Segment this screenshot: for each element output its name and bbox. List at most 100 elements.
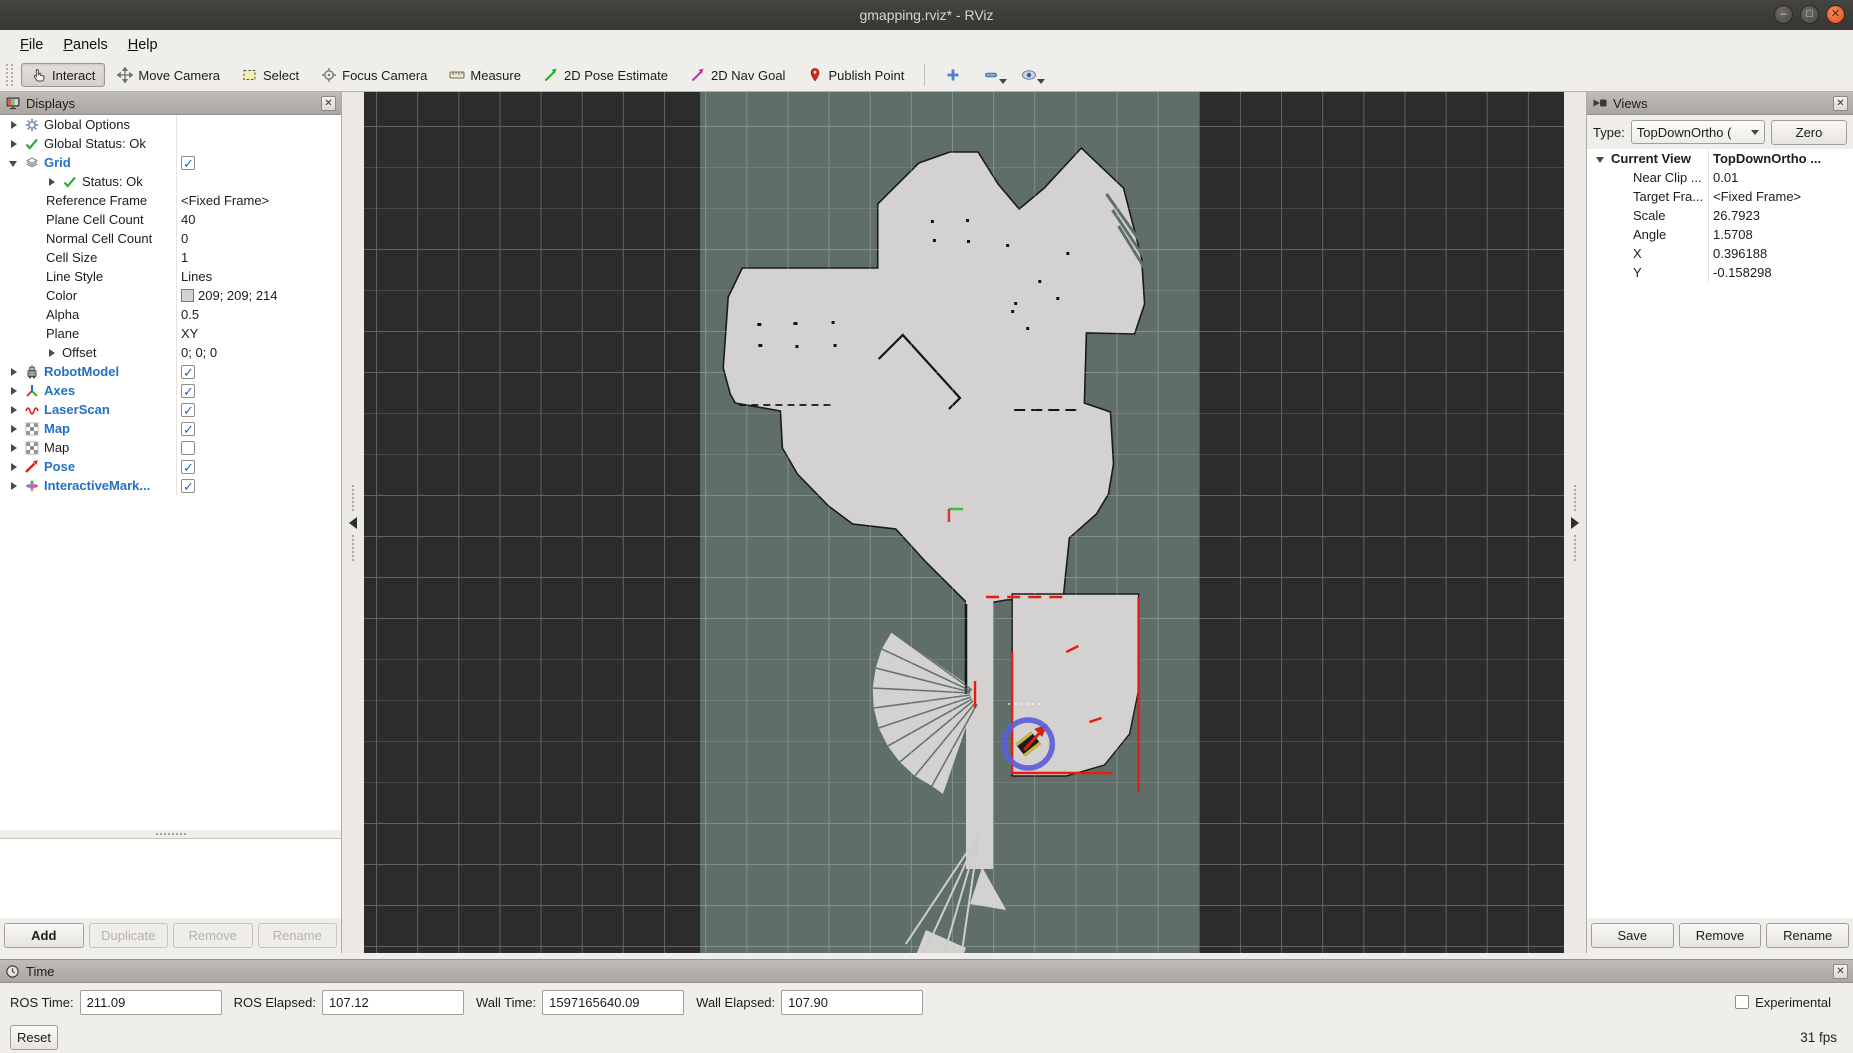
property-name[interactable]: Near Clip ... bbox=[1633, 168, 1702, 187]
property-name[interactable]: Status: Ok bbox=[82, 172, 143, 191]
expander-down-icon[interactable] bbox=[8, 157, 20, 169]
tool-interact[interactable]: Interact bbox=[21, 63, 105, 87]
property-value[interactable]: 1 bbox=[181, 248, 188, 267]
property-name[interactable]: Reference Frame bbox=[46, 191, 147, 210]
property-name[interactable]: Axes bbox=[44, 381, 75, 400]
visibility-checkbox[interactable] bbox=[181, 441, 195, 455]
remove-button[interactable]: Remove bbox=[1679, 923, 1762, 948]
color-swatch[interactable] bbox=[181, 289, 194, 302]
expander-right-icon[interactable] bbox=[8, 442, 20, 454]
property-name[interactable]: Offset bbox=[62, 343, 96, 362]
property-name[interactable]: Cell Size bbox=[46, 248, 97, 267]
property-name[interactable]: Current View bbox=[1611, 149, 1691, 168]
expander-down-icon[interactable] bbox=[1595, 153, 1607, 165]
property-name[interactable]: Scale bbox=[1633, 206, 1666, 225]
property-value[interactable]: 209; 209; 214 bbox=[198, 286, 278, 305]
menu-file[interactable]: File bbox=[10, 34, 53, 56]
right-panel-collapse-handle[interactable] bbox=[1564, 92, 1586, 953]
displays-close-icon[interactable]: ✕ bbox=[321, 96, 336, 111]
reset-button[interactable]: Reset bbox=[10, 1025, 58, 1050]
expander-right-icon[interactable] bbox=[8, 423, 20, 435]
property-value[interactable]: 40 bbox=[181, 210, 195, 229]
property-name[interactable]: Alpha bbox=[46, 305, 79, 324]
property-value[interactable]: Lines bbox=[181, 267, 212, 286]
property-name[interactable]: Color bbox=[46, 286, 77, 305]
visibility-checkbox[interactable] bbox=[181, 403, 195, 417]
property-name[interactable]: Map bbox=[44, 438, 69, 457]
panel-splitter[interactable] bbox=[0, 830, 341, 838]
tool-2d-nav-goal[interactable]: 2D Nav Goal bbox=[680, 63, 795, 87]
property-name[interactable]: Map bbox=[44, 419, 70, 438]
property-value[interactable]: 0.5 bbox=[181, 305, 199, 324]
visibility-checkbox[interactable] bbox=[181, 479, 195, 493]
property-name[interactable]: Target Fra... bbox=[1633, 187, 1703, 206]
property-name[interactable]: Plane Cell Count bbox=[46, 210, 144, 229]
tool-2d-pose-estimate[interactable]: 2D Pose Estimate bbox=[533, 63, 678, 87]
property-name[interactable]: Global Options bbox=[44, 115, 130, 134]
property-value[interactable]: -0.158298 bbox=[1713, 263, 1772, 282]
zero-button[interactable]: Zero bbox=[1771, 120, 1847, 145]
expander-right-icon[interactable] bbox=[8, 385, 20, 397]
property-name[interactable]: Plane bbox=[46, 324, 79, 343]
property-value[interactable]: 0 bbox=[181, 229, 188, 248]
expander-right-icon[interactable] bbox=[8, 119, 20, 131]
maximize-button[interactable]: □ bbox=[1800, 5, 1819, 24]
property-name[interactable]: InteractiveMark... bbox=[44, 476, 150, 495]
property-name[interactable]: Pose bbox=[44, 457, 75, 476]
menu-help[interactable]: Help bbox=[118, 34, 168, 56]
view-type-combobox[interactable]: TopDownOrtho ( bbox=[1631, 120, 1765, 144]
visibility-checkbox[interactable] bbox=[181, 422, 195, 436]
tool-measure[interactable]: Measure bbox=[439, 63, 531, 87]
visibility-checkbox[interactable] bbox=[181, 384, 195, 398]
tool-select[interactable]: Select bbox=[232, 63, 309, 87]
property-name[interactable]: Normal Cell Count bbox=[46, 229, 152, 248]
property-value[interactable]: <Fixed Frame> bbox=[181, 191, 269, 210]
tool-eye-icon[interactable] bbox=[1011, 63, 1047, 87]
property-name[interactable]: Angle bbox=[1633, 225, 1666, 244]
minimize-button[interactable]: – bbox=[1774, 5, 1793, 24]
property-value[interactable]: 1.5708 bbox=[1713, 225, 1753, 244]
visibility-checkbox[interactable] bbox=[181, 460, 195, 474]
expander-right-icon[interactable] bbox=[8, 480, 20, 492]
rename-button[interactable]: Rename bbox=[1766, 923, 1849, 948]
property-value[interactable]: TopDownOrtho ... bbox=[1713, 149, 1821, 168]
property-name[interactable]: X bbox=[1633, 244, 1642, 263]
close-button[interactable]: ✕ bbox=[1826, 5, 1845, 24]
menu-panels[interactable]: Panels bbox=[53, 34, 117, 56]
experimental-label[interactable]: Experimental bbox=[1755, 995, 1831, 1010]
render-viewport-3d[interactable] bbox=[364, 92, 1564, 953]
property-value[interactable]: <Fixed Frame> bbox=[1713, 187, 1801, 206]
wall-elapsed-input[interactable] bbox=[781, 990, 923, 1015]
tool-zoom-in-icon[interactable] bbox=[935, 63, 971, 87]
expander-right-icon[interactable] bbox=[8, 366, 20, 378]
tool-zoom-out-icon[interactable] bbox=[973, 63, 1009, 87]
tool-focus-camera[interactable]: Focus Camera bbox=[311, 63, 437, 87]
tool-publish-point[interactable]: Publish Point bbox=[797, 63, 914, 87]
time-close-icon[interactable]: ✕ bbox=[1833, 964, 1848, 979]
expander-right-icon[interactable] bbox=[46, 347, 58, 359]
experimental-toggle[interactable]: Experimental bbox=[1735, 995, 1843, 1010]
save-button[interactable]: Save bbox=[1591, 923, 1674, 948]
property-value[interactable]: 0; 0; 0 bbox=[181, 343, 217, 362]
expander-right-icon[interactable] bbox=[46, 176, 58, 188]
experimental-checkbox[interactable] bbox=[1735, 995, 1749, 1009]
toolbar-drag-handle[interactable] bbox=[6, 64, 13, 86]
expander-right-icon[interactable] bbox=[8, 461, 20, 473]
property-name[interactable]: Y bbox=[1633, 263, 1642, 282]
property-value[interactable]: 0.01 bbox=[1713, 168, 1738, 187]
left-panel-collapse-handle[interactable] bbox=[342, 92, 364, 953]
wall-time-input[interactable] bbox=[542, 990, 684, 1015]
property-value[interactable]: 0.396188 bbox=[1713, 244, 1767, 263]
property-name[interactable]: Grid bbox=[44, 153, 71, 172]
property-value[interactable]: XY bbox=[181, 324, 198, 343]
add-button[interactable]: Add bbox=[4, 923, 84, 948]
expander-right-icon[interactable] bbox=[8, 404, 20, 416]
ros-time-input[interactable] bbox=[80, 990, 222, 1015]
expander-right-icon[interactable] bbox=[8, 138, 20, 150]
property-value[interactable]: 26.7923 bbox=[1713, 206, 1760, 225]
property-name[interactable]: Global Status: Ok bbox=[44, 134, 146, 153]
tool-move-camera[interactable]: Move Camera bbox=[107, 63, 230, 87]
property-name[interactable]: LaserScan bbox=[44, 400, 110, 419]
visibility-checkbox[interactable] bbox=[181, 365, 195, 379]
views-close-icon[interactable]: ✕ bbox=[1833, 96, 1848, 111]
